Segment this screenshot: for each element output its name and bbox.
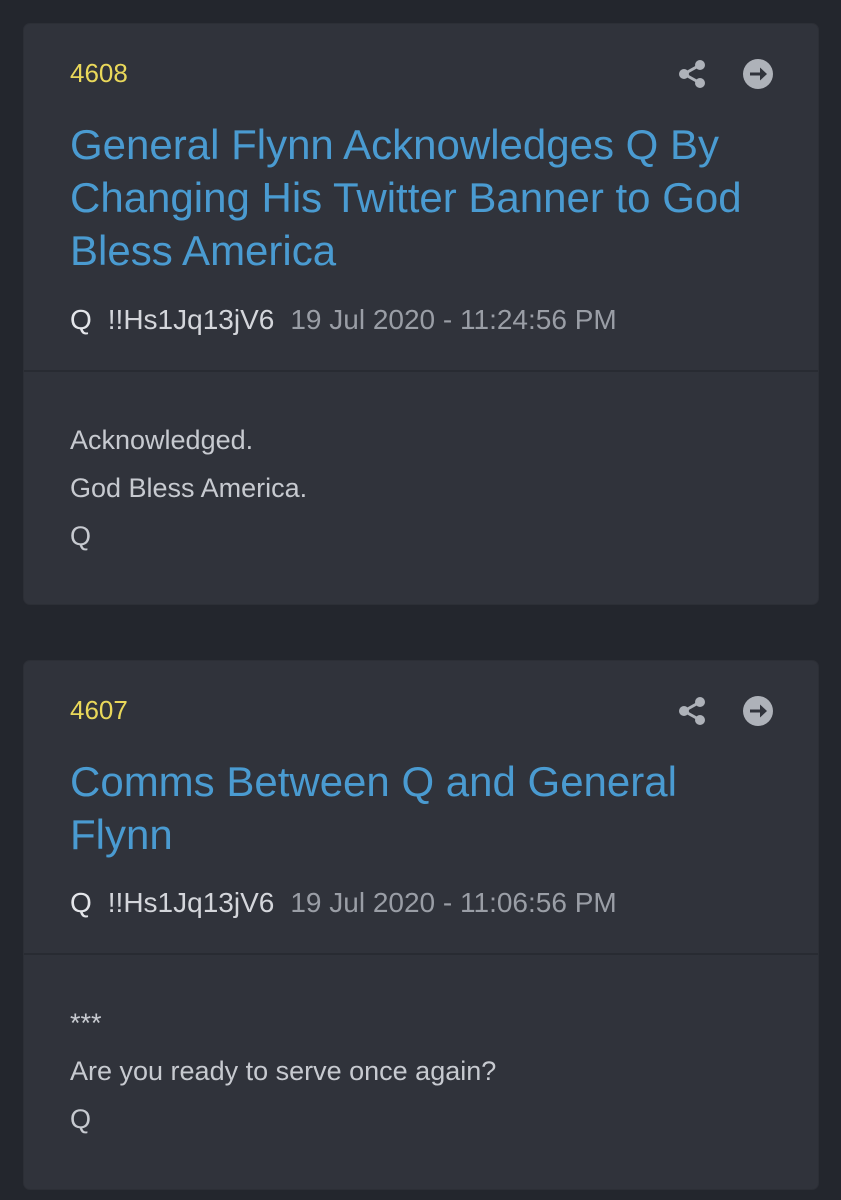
post-author: Q xyxy=(70,887,92,918)
post-tripcode: !!Hs1Jq13jV6 xyxy=(107,887,275,918)
post-date: 19 Jul 2020 - 11:24:56 PM xyxy=(290,304,617,335)
post-actions xyxy=(676,695,774,727)
post-header: 4607 Comms Between Q and General Flynn Q… xyxy=(24,661,818,955)
share-icon[interactable] xyxy=(676,695,708,727)
post-body-line: Q xyxy=(70,521,92,551)
arrow-circle-right-icon[interactable] xyxy=(742,58,774,90)
post-body-line: God Bless America. xyxy=(70,473,308,503)
post-author: Q xyxy=(70,304,92,335)
post-card: 4607 Comms Between Q and General Flynn Q… xyxy=(24,661,818,1189)
post-body: Acknowledged. God Bless America. Q xyxy=(70,416,307,560)
post-tripcode: !!Hs1Jq13jV6 xyxy=(107,304,275,335)
post-body-line: Are you ready to serve once again? xyxy=(70,1056,497,1086)
post-title[interactable]: General Flynn Acknowledges Q By Changing… xyxy=(70,118,778,277)
post-actions xyxy=(676,58,774,90)
post-card: 4608 General Flynn Acknowledges Q By Cha… xyxy=(24,24,818,604)
post-number: 4608 xyxy=(70,58,128,88)
post-meta: Q !!Hs1Jq13jV6 19 Jul 2020 - 11:24:56 PM xyxy=(70,306,617,334)
post-meta: Q !!Hs1Jq13jV6 19 Jul 2020 - 11:06:56 PM xyxy=(70,889,617,917)
post-body: *** Are you ready to serve once again? Q xyxy=(70,999,496,1143)
post-body-line: Acknowledged. xyxy=(70,425,254,455)
post-date: 19 Jul 2020 - 11:06:56 PM xyxy=(290,887,617,918)
post-body-line: *** xyxy=(70,1008,102,1038)
post-title[interactable]: Comms Between Q and General Flynn xyxy=(70,755,778,861)
post-number: 4607 xyxy=(70,695,128,725)
share-icon[interactable] xyxy=(676,58,708,90)
arrow-circle-right-icon[interactable] xyxy=(742,695,774,727)
post-header: 4608 General Flynn Acknowledges Q By Cha… xyxy=(24,24,818,372)
post-body-line: Q xyxy=(70,1104,92,1134)
